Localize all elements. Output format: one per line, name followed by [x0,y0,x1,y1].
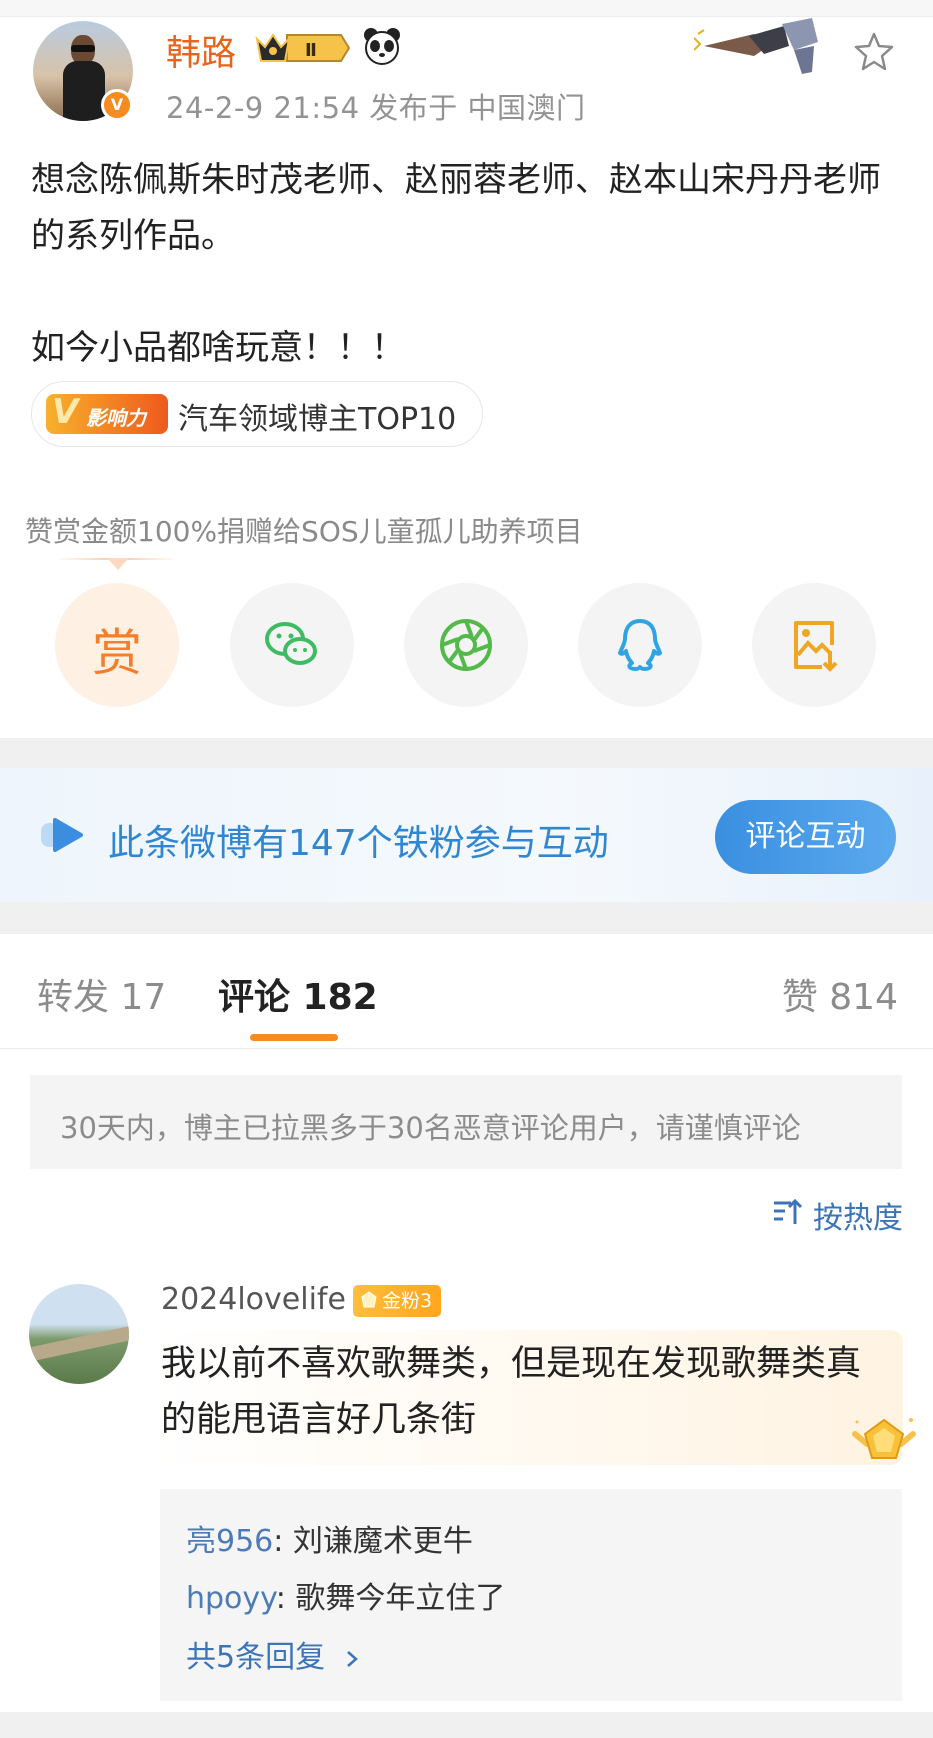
save-image-icon [794,621,838,672]
tab-like[interactable]: 赞 814 [782,968,898,1020]
commenter-avatar[interactable] [29,1284,129,1384]
tab-comment[interactable]: 评论 182 [218,968,378,1020]
reply-user: hpoyy [186,1581,276,1616]
chevron-right-icon [346,1650,358,1667]
iron-fans-text: 此条微博有147个铁粉参与互动 [108,823,609,864]
favorite-star-icon[interactable] [852,30,896,74]
post-text: 想念陈佩斯朱时茂老师、赵丽蓉老师、赵本山宋丹丹老师的系列作品。 如今小品都啥玩意… [31,160,881,368]
moments-icon [440,619,492,671]
qq-icon [618,619,662,671]
more-replies-label: 共5条回复 [186,1640,326,1675]
reply-user: 亮956 [186,1524,274,1559]
sort-icon[interactable] [771,1196,803,1228]
section-separator [0,902,933,934]
comment-warning-text: 30天内，博主已拉黑多于30名恶意评论用户，请谨慎评论 [60,1111,801,1145]
gold-medal-icon [849,1410,919,1470]
comment-text[interactable]: 我以前不喜欢歌舞类，但是现在发现歌舞类真的能甩语言好几条街 [161,1336,881,1448]
section-separator [0,738,933,768]
verified-badge-icon: V [101,89,133,121]
reply-text: : 歌舞今年立住了 [275,1581,506,1616]
influence-label[interactable]: 汽车领域博主TOP10 [178,394,456,438]
influence-badge-label: 影响力 [86,406,146,430]
tab-divider [0,1048,933,1049]
reward-note: 赞赏金额100%捐赠给SOS儿童孤儿助养项目 [25,515,583,548]
reward-pointer [107,558,129,570]
comment-interact-button[interactable]: 评论互动 [715,800,896,874]
iron-fans-icon [39,818,87,852]
share-wechat-button[interactable] [230,583,354,707]
share-moments-button[interactable] [404,583,528,707]
active-tab-indicator [250,1034,338,1041]
tab-repost[interactable]: 转发 17 [37,968,166,1020]
gold-fan-badge[interactable]: 金粉3 [353,1285,441,1317]
top-strip [0,0,933,17]
share-qq-button[interactable] [578,583,702,707]
post-meta: 24-2-9 21:54 发布于 中国澳门 [166,91,586,125]
gold-fan-icon [361,1291,377,1308]
decoration-sticker-icon [693,16,829,78]
reward-button[interactable]: 赏 [55,583,179,707]
panda-icon [362,26,402,66]
reply-item[interactable]: hpoyy: 歌舞今年立住了 [186,1573,505,1617]
reply-item[interactable]: 亮956: 刘谦魔术更牛 [186,1516,473,1560]
sort-by-hot[interactable]: 按热度 [813,1193,903,1237]
bottom-strip [0,1712,933,1738]
influence-v-icon: V [52,392,79,432]
reward-label: 赏 [92,624,142,682]
member-level: Ⅱ [305,40,317,61]
member-crown-badge[interactable]: Ⅱ [253,31,353,65]
commenter-name[interactable]: 2024lovelife [161,1282,346,1317]
gold-fan-label: 金粉3 [382,1290,433,1312]
influence-badge: V 影响力 [46,392,168,434]
more-replies-link[interactable]: 共5条回复 [186,1632,361,1676]
save-image-button[interactable] [752,583,876,707]
wechat-icon [265,622,317,665]
author-name[interactable]: 韩路 [166,25,236,76]
reply-text: : 刘谦魔术更牛 [273,1524,473,1559]
